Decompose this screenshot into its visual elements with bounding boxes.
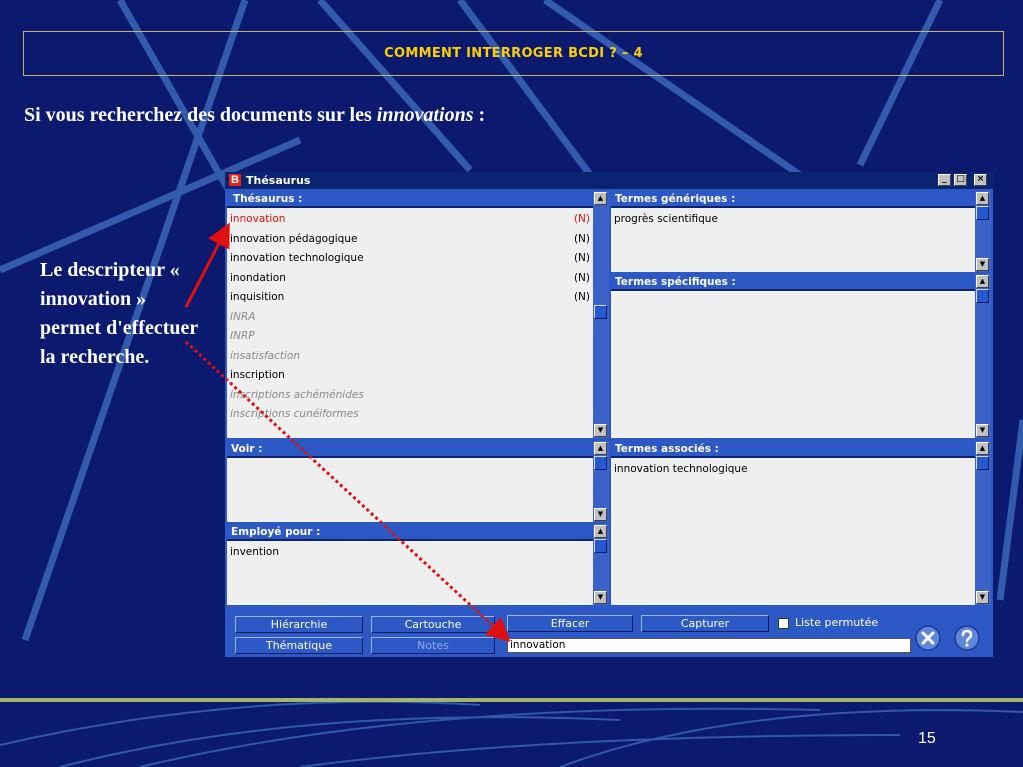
arrow-to-innovation xyxy=(184,222,230,308)
arrow-to-search-field xyxy=(184,340,511,643)
page-number: 15 xyxy=(918,730,936,747)
annotation-arrows xyxy=(184,222,511,643)
footer-divider xyxy=(0,698,1023,702)
